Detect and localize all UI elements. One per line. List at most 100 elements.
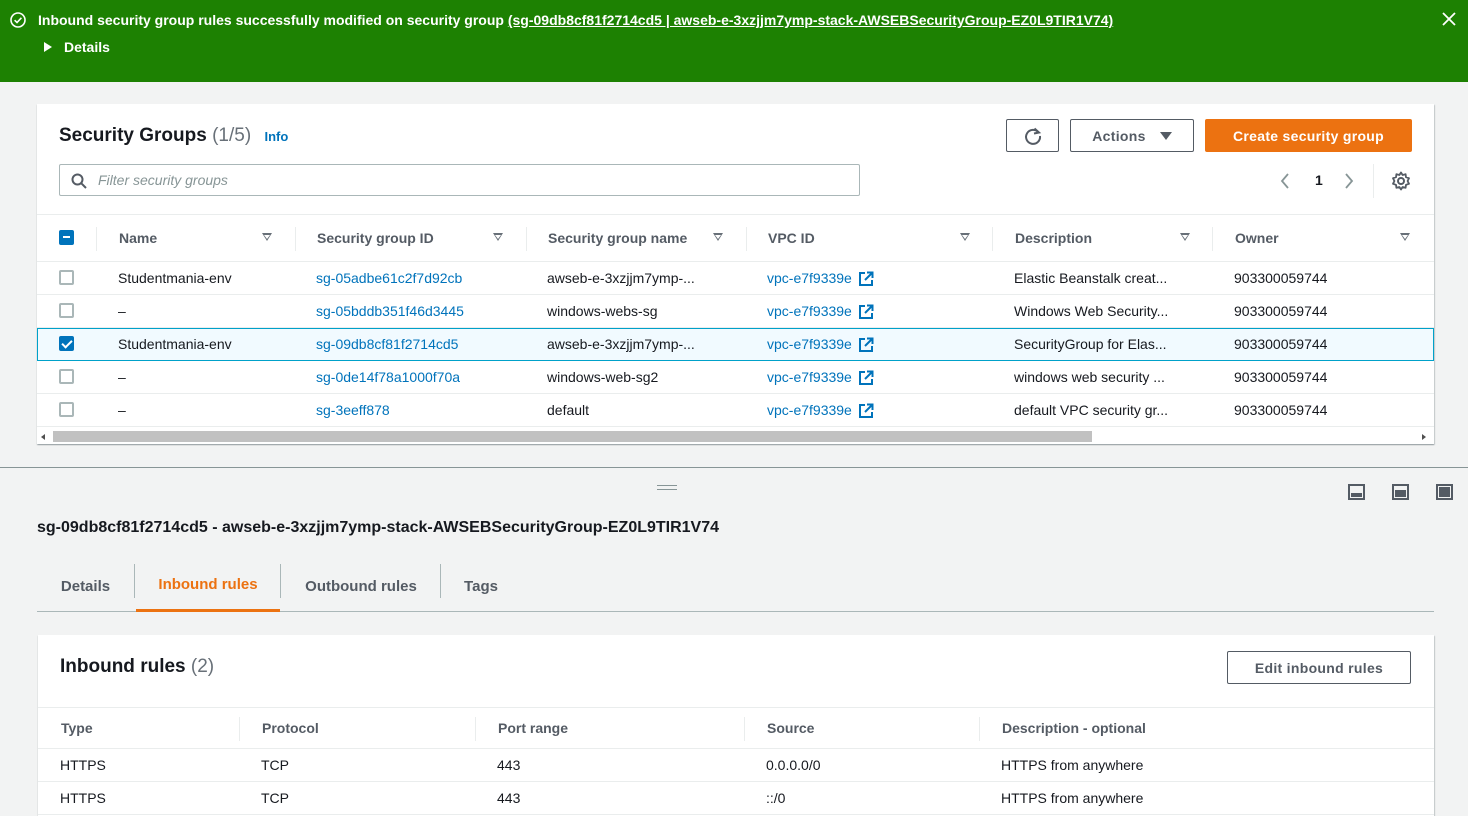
column-divider: [746, 227, 747, 251]
success-flash-banner: Inbound security group rules successfull…: [0, 0, 1468, 82]
inbound-rule-row: HTTPS TCP 443 ::/0 HTTPS from anywhere: [38, 782, 1434, 815]
layout-bottom-panel-icon[interactable]: [1348, 484, 1365, 500]
row-name: Studentmania-env: [118, 336, 232, 352]
column-header-source: Source: [767, 720, 815, 736]
table-row[interactable]: – sg-05bddb351f46d3445 windows-webs-sg v…: [37, 295, 1434, 328]
refresh-icon: [1024, 127, 1041, 145]
info-link[interactable]: Info: [264, 129, 288, 144]
table-row[interactable]: Studentmania-env sg-05adbe61c2f7d92cb aw…: [37, 262, 1434, 295]
flash-details-toggle[interactable]: Details: [44, 39, 110, 55]
gear-icon[interactable]: [1391, 171, 1411, 191]
row-description: windows web security ...: [1014, 369, 1165, 385]
tab-details[interactable]: Details: [37, 560, 134, 612]
close-icon[interactable]: [1440, 10, 1458, 28]
search-icon: [71, 173, 87, 189]
filter-security-groups-input[interactable]: [96, 169, 846, 191]
security-groups-count: (1/5): [212, 125, 252, 146]
current-page-number[interactable]: 1: [1315, 172, 1323, 188]
row-vpc-id-link[interactable]: vpc-e7f9339e: [767, 262, 874, 294]
sort-icon[interactable]: [1400, 233, 1410, 241]
chevron-left-icon[interactable]: [1279, 173, 1291, 189]
rule-protocol: TCP: [261, 757, 289, 773]
filter-search-box: [59, 164, 860, 196]
column-header-vpc-id[interactable]: VPC ID: [768, 215, 815, 261]
create-security-group-button[interactable]: Create security group: [1205, 119, 1412, 152]
row-security-group-id-link[interactable]: sg-05bddb351f46d3445: [316, 295, 464, 327]
sort-icon[interactable]: [1180, 233, 1190, 241]
column-header-security-group-name[interactable]: Security group name: [548, 215, 687, 261]
split-panel-divider: [0, 467, 1468, 468]
column-divider: [295, 227, 296, 251]
scroll-right-arrow-icon[interactable]: [1422, 434, 1426, 440]
row-security-group-id-link[interactable]: sg-3eeff878: [316, 394, 390, 426]
flash-message: Inbound security group rules successfull…: [38, 12, 1113, 28]
security-groups-table: Name Security group ID Security group na…: [37, 214, 1434, 427]
external-link-icon: [858, 370, 874, 386]
column-header-security-group-id[interactable]: Security group ID: [317, 215, 434, 261]
vpc-id-text: vpc-e7f9339e: [767, 369, 852, 385]
row-vpc-id-link[interactable]: vpc-e7f9339e: [767, 394, 874, 426]
tab-inbound-rules[interactable]: Inbound rules: [136, 560, 280, 612]
column-divider: [239, 717, 240, 741]
actions-dropdown[interactable]: Actions: [1070, 119, 1194, 152]
row-description: Elastic Beanstalk creat...: [1014, 270, 1168, 286]
tab-tags[interactable]: Tags: [441, 560, 521, 612]
sort-icon[interactable]: [493, 233, 503, 241]
tab-outbound-rules[interactable]: Outbound rules: [281, 560, 441, 612]
chevron-right-icon[interactable]: [1343, 173, 1355, 189]
row-owner: 903300059744: [1234, 270, 1328, 286]
row-security-group-id-link[interactable]: sg-0de14f78a1000f70a: [316, 361, 460, 393]
layout-full-panel-icon[interactable]: [1436, 484, 1453, 500]
row-name: Studentmania-env: [118, 270, 232, 286]
row-security-group-id-link[interactable]: sg-05adbe61c2f7d92cb: [316, 262, 462, 294]
column-divider: [526, 227, 527, 251]
rule-source: 0.0.0.0/0: [766, 757, 821, 773]
row-security-group-id-link[interactable]: sg-09db8cf81f2714cd5: [316, 328, 458, 360]
edit-inbound-rules-label: Edit inbound rules: [1254, 659, 1384, 676]
row-vpc-id-link[interactable]: vpc-e7f9339e: [767, 295, 874, 327]
refresh-button[interactable]: [1006, 119, 1059, 152]
create-security-group-label: Create security group: [1232, 127, 1384, 144]
row-vpc-id-link[interactable]: vpc-e7f9339e: [767, 361, 874, 393]
pagination: 1: [1275, 164, 1415, 198]
scrollbar-thumb[interactable]: [53, 431, 1092, 442]
row-checkbox[interactable]: [59, 303, 74, 318]
row-owner: 903300059744: [1234, 303, 1328, 319]
inbound-rules-header: Type Protocol Port range Source Descript…: [38, 707, 1434, 749]
column-header-type: Type: [61, 720, 93, 736]
sort-icon[interactable]: [713, 233, 723, 241]
row-checkbox[interactable]: [59, 270, 74, 285]
select-all-checkbox[interactable]: [59, 230, 74, 245]
drag-handle-icon[interactable]: [657, 485, 677, 491]
row-checkbox[interactable]: [59, 402, 74, 417]
column-header-owner[interactable]: Owner: [1235, 215, 1279, 261]
row-checkbox-checked[interactable]: [59, 336, 74, 351]
rule-type: HTTPS: [60, 757, 106, 773]
row-description: default VPC security gr...: [1014, 402, 1169, 418]
flash-security-group-link[interactable]: (sg-09db8cf81f2714cd5 | awseb-e-3xzjjm7y…: [508, 12, 1113, 28]
table-row[interactable]: – sg-0de14f78a1000f70a windows-web-sg2 v…: [37, 361, 1434, 394]
inbound-rule-row: HTTPS TCP 443 0.0.0.0/0 HTTPS from anywh…: [38, 749, 1434, 782]
row-owner: 903300059744: [1234, 336, 1328, 352]
table-row-selected[interactable]: Studentmania-env sg-09db8cf81f2714cd5 aw…: [37, 328, 1434, 361]
row-security-group-name: awseb-e-3xzjjm7ymp-...: [547, 336, 695, 352]
column-header-description[interactable]: Description: [1015, 215, 1092, 261]
rule-protocol: TCP: [261, 790, 289, 806]
flash-message-text: Inbound security group rules successfull…: [38, 12, 508, 28]
column-header-name[interactable]: Name: [119, 215, 157, 261]
edit-inbound-rules-button[interactable]: Edit inbound rules: [1227, 651, 1411, 684]
sort-icon[interactable]: [262, 233, 272, 241]
horizontal-scrollbar[interactable]: [37, 429, 1434, 444]
row-security-group-name: default: [547, 402, 590, 418]
layout-half-panel-icon[interactable]: [1392, 484, 1409, 500]
inbound-rules-panel: Inbound rules (2) Edit inbound rules Typ…: [38, 635, 1434, 816]
table-row[interactable]: – sg-3eeff878 default vpc-e7f9339e defau…: [37, 394, 1434, 427]
row-description: SecurityGroup for Elas...: [1014, 336, 1167, 352]
row-vpc-id-link[interactable]: vpc-e7f9339e: [767, 328, 874, 360]
scroll-left-arrow-icon[interactable]: [41, 434, 45, 440]
sort-icon[interactable]: [960, 233, 970, 241]
rule-source: ::/0: [766, 790, 786, 806]
tab-divider: [134, 564, 135, 598]
row-checkbox[interactable]: [59, 369, 74, 384]
column-header-description: Description - optional: [1002, 720, 1146, 736]
